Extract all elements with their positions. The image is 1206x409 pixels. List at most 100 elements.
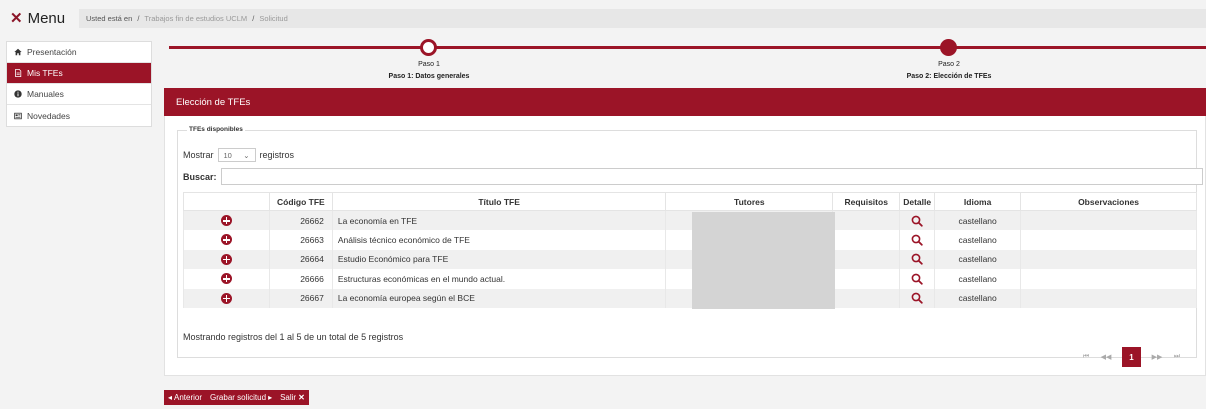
search-icon[interactable] bbox=[911, 253, 923, 265]
code-cell: 26666 bbox=[268, 269, 333, 289]
language-cell: castellano bbox=[934, 269, 1022, 289]
fieldset-legend: TFEs disponibles bbox=[187, 126, 245, 133]
tfe-fieldset: TFEs disponibles Mostrar 10 ⌄ registros … bbox=[177, 126, 1203, 367]
breadcrumb: Usted está en / Trabajos fin de estudios… bbox=[79, 9, 1206, 28]
page-size-select[interactable]: 10 ⌄ bbox=[217, 148, 256, 162]
add-circle-icon[interactable] bbox=[220, 234, 232, 246]
panel-title: Elección de TFEs bbox=[164, 88, 1206, 116]
add-cell bbox=[183, 210, 270, 230]
title-cell: Estructuras económicas en el mundo actua… bbox=[331, 269, 667, 289]
sidebar-item-manuales[interactable]: Manuales bbox=[7, 84, 151, 105]
add-circle-icon[interactable] bbox=[220, 253, 232, 265]
info-icon bbox=[14, 90, 22, 98]
detail-cell bbox=[899, 230, 936, 250]
add-circle-icon[interactable] bbox=[220, 215, 232, 227]
column-header-requisitos[interactable]: Requisitos bbox=[832, 192, 901, 211]
language-cell: castellano bbox=[934, 288, 1022, 308]
sidebar-item-label: Presentación bbox=[27, 47, 77, 57]
breadcrumb-link-tfe[interactable]: Trabajos fin de estudios UCLM bbox=[144, 14, 247, 23]
tutors-redacted-block bbox=[692, 212, 835, 309]
column-header-codigo[interactable]: Código TFE bbox=[268, 192, 333, 211]
stepper: Paso 1 Paso 1: Datos generales Paso 2 Pa… bbox=[164, 36, 1206, 88]
detail-cell bbox=[899, 269, 936, 289]
caret-left-icon: ◂ bbox=[168, 393, 173, 402]
search-icon[interactable] bbox=[911, 234, 923, 246]
add-cell bbox=[183, 249, 270, 269]
observations-cell bbox=[1020, 249, 1197, 269]
search-icon[interactable] bbox=[911, 215, 923, 227]
column-header-tutores[interactable]: Tutores bbox=[665, 192, 834, 211]
page-length-control: Mostrar 10 ⌄ registros bbox=[183, 148, 294, 162]
save-label: Grabar solicitud bbox=[210, 393, 267, 402]
next-page-icon[interactable]: ▶▶ bbox=[1147, 347, 1167, 367]
detail-cell bbox=[899, 249, 936, 269]
column-header-observaciones[interactable]: Observaciones bbox=[1020, 192, 1197, 211]
menu-label: Menu bbox=[27, 9, 66, 27]
last-page-icon[interactable]: ⏭ bbox=[1167, 347, 1187, 367]
menu-button[interactable]: ✕ Menu bbox=[10, 9, 66, 28]
column-header-titulo[interactable]: Título TFE bbox=[331, 192, 667, 211]
previous-page-icon[interactable]: ◀◀ bbox=[1096, 347, 1116, 367]
table-row: 26667 La economía europea según el BCE c… bbox=[183, 288, 1197, 308]
table-row: 26662 La economía en TFE castellano bbox=[183, 210, 1197, 230]
step-1-subtitle: Paso 1: Datos generales bbox=[388, 73, 470, 80]
first-page-icon[interactable]: ⏮ bbox=[1076, 347, 1096, 367]
table-row: 26666 Estructuras económicas en el mundo… bbox=[183, 269, 1197, 289]
step-2-indicator[interactable] bbox=[940, 39, 957, 56]
document-icon bbox=[15, 69, 22, 77]
observations-cell bbox=[1020, 210, 1197, 230]
home-icon bbox=[14, 48, 22, 56]
action-buttons: ◂ Anterior Grabar solicitud ▸ Salir ✕ bbox=[164, 390, 309, 405]
add-cell bbox=[183, 269, 270, 289]
add-circle-icon[interactable] bbox=[220, 292, 232, 304]
newspaper-icon bbox=[14, 112, 22, 119]
chevron-down-icon: ⌄ bbox=[243, 150, 250, 160]
code-cell: 26664 bbox=[268, 249, 333, 269]
requirements-cell bbox=[832, 210, 901, 230]
observations-cell bbox=[1020, 269, 1197, 289]
table-info: Mostrando registros del 1 al 5 de un tot… bbox=[183, 332, 404, 342]
requirements-cell bbox=[832, 249, 901, 269]
requirements-cell bbox=[832, 230, 901, 250]
previous-button[interactable]: ◂ Anterior bbox=[164, 390, 206, 405]
detail-cell bbox=[899, 210, 936, 230]
add-circle-icon[interactable] bbox=[220, 273, 232, 285]
add-cell bbox=[183, 230, 270, 250]
column-header[interactable] bbox=[183, 192, 270, 211]
search-input[interactable] bbox=[220, 168, 1203, 185]
title-cell: Estudio Económico para TFE bbox=[331, 249, 667, 269]
save-request-button[interactable]: Grabar solicitud ▸ bbox=[206, 390, 276, 405]
requirements-cell bbox=[832, 288, 901, 308]
sidebar-item-presentacion[interactable]: Presentación bbox=[7, 42, 151, 63]
sidebar-item-label: Manuales bbox=[27, 89, 64, 99]
breadcrumb-link-solicitud[interactable]: Solicitud bbox=[259, 14, 287, 23]
sidebar-item-label: Novedades bbox=[27, 110, 71, 121]
panel-body: TFEs disponibles Mostrar 10 ⌄ registros … bbox=[164, 116, 1206, 376]
records-label: registros bbox=[259, 150, 295, 160]
tfe-table: Código TFE Título TFE Tutores Requisitos… bbox=[183, 192, 1197, 308]
caret-right-icon: ▸ bbox=[268, 393, 273, 402]
previous-label: Anterior bbox=[174, 393, 203, 402]
language-cell: castellano bbox=[934, 210, 1022, 230]
main-content: Paso 1 Paso 1: Datos generales Paso 2 Pa… bbox=[164, 36, 1206, 376]
code-cell: 26663 bbox=[268, 230, 333, 250]
search-control: Buscar: bbox=[183, 168, 1203, 185]
table-row: 26663 Análisis técnico económico de TFE … bbox=[183, 230, 1197, 250]
step-1-title: Paso 1 bbox=[418, 61, 440, 68]
language-cell: castellano bbox=[934, 230, 1022, 250]
table-header-row: Código TFE Título TFE Tutores Requisitos… bbox=[183, 192, 1197, 211]
table-row: 26664 Estudio Económico para TFE castell… bbox=[183, 249, 1197, 269]
sidebar-item-novedades[interactable]: Novedades bbox=[7, 105, 151, 126]
sidebar-item-mis-tfes[interactable]: Mis TFEs bbox=[7, 63, 151, 84]
sidebar: Presentación Mis TFEs Manuales Novedades bbox=[6, 41, 152, 127]
column-header-detalle[interactable]: Detalle bbox=[899, 192, 936, 211]
exit-button[interactable]: Salir ✕ bbox=[276, 390, 309, 405]
search-icon[interactable] bbox=[911, 273, 923, 285]
page-number-button[interactable]: 1 bbox=[1122, 347, 1141, 367]
close-icon: ✕ bbox=[10, 10, 23, 27]
close-icon: ✕ bbox=[298, 393, 305, 402]
column-header-idioma[interactable]: Idioma bbox=[934, 192, 1022, 211]
code-cell: 26667 bbox=[268, 288, 333, 308]
step-1-indicator[interactable] bbox=[420, 39, 437, 56]
search-icon[interactable] bbox=[911, 292, 923, 304]
